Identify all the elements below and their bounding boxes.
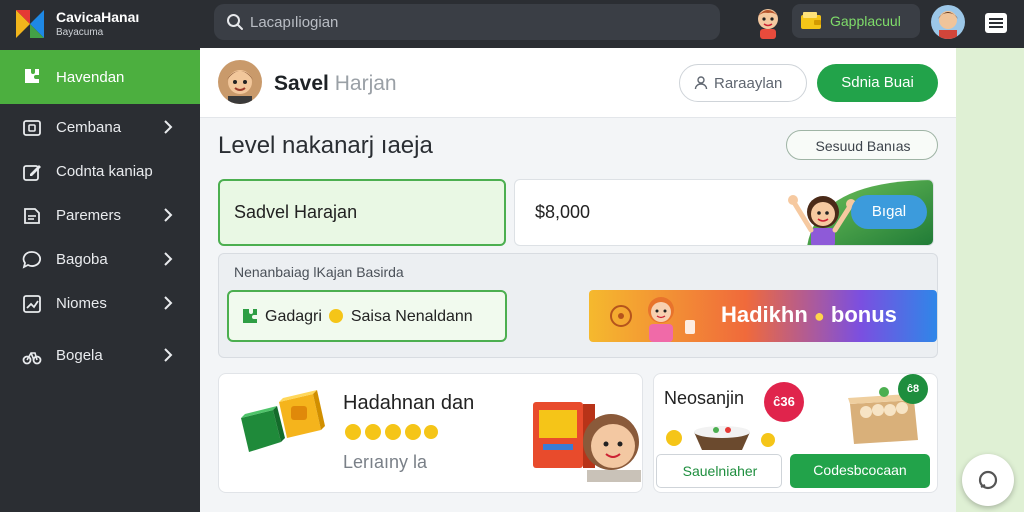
- info-chip-text-2: Saisa Nenaldann: [350, 308, 473, 325]
- bike-icon: [22, 352, 42, 365]
- girl-eating-illustration-icon: [610, 297, 695, 342]
- smile-coin-icon: [329, 309, 344, 323]
- food-card[interactable]: Neosanjin ĉ36 ĉ8 Sauelniaher Codesbcocaa…: [653, 373, 938, 493]
- bonus-label-text-1: Hadikhn: [721, 302, 808, 327]
- search-input[interactable]: [250, 10, 710, 34]
- coin-icon: ●: [813, 306, 825, 326]
- hamburger-menu-icon[interactable]: [984, 12, 1008, 34]
- food-card-title: Neosanjin: [664, 388, 745, 408]
- sidebar-item-label: Bagoba: [56, 251, 108, 268]
- profile-name: Savel Harjan: [274, 72, 397, 96]
- sidebar-item-label: Bogela: [56, 347, 103, 364]
- sidebar-item-bogela[interactable]: Bogela: [0, 336, 200, 376]
- wallet-icon: [23, 120, 41, 136]
- outline-button-label: Raraaylan: [714, 75, 783, 92]
- kid-mascot-icon[interactable]: [752, 6, 784, 40]
- brand-logo-icon: [14, 8, 46, 40]
- document-icon: [24, 208, 40, 224]
- bonus-label-text-2: bonus: [830, 302, 897, 327]
- top-bar: CavicaHanaı Bayacuma Gapplacuul: [0, 0, 1024, 48]
- wallet-label: Gapplacuul: [830, 13, 901, 29]
- info-chip-text-1: Gadagri: [265, 308, 322, 325]
- sidebar-item-havendan[interactable]: Havendan: [0, 50, 200, 104]
- chevron-right-icon: [164, 296, 173, 310]
- info-chip[interactable]: Gadagri Saisa Nenaldann: [227, 290, 507, 342]
- amount-value: $8,000: [535, 202, 591, 222]
- sidebar-item-label: Codnta kaniap: [56, 163, 153, 180]
- sidebar-item-label: Havendan: [56, 69, 125, 86]
- puzzle-icon: [243, 309, 257, 323]
- amount-action-label: Bıgal: [871, 203, 907, 220]
- reward-card-subtitle: Lerıaıny la: [343, 452, 428, 472]
- right-background-strip: [956, 48, 1024, 512]
- profile-first-name: Savel: [274, 72, 329, 95]
- bonus-banner[interactable]: Hadikhn ● bonus: [589, 290, 937, 342]
- profile-last-name: Harjan: [334, 72, 397, 95]
- info-panel: Nenanbaiag lKajan Basirda Gadagri Saisa …: [218, 253, 938, 358]
- edit-icon: [23, 165, 41, 181]
- chart-icon: [23, 295, 41, 313]
- name-field[interactable]: Sadvel Harajan: [218, 179, 506, 246]
- brand-title: CavicaHanaı: [56, 9, 140, 25]
- bonus-banner-label: Hadikhn ● bonus: [721, 302, 897, 328]
- sidebar-item-niomes[interactable]: Niomes: [0, 284, 200, 324]
- reward-card-title: Hadahnan dan: [343, 392, 475, 414]
- main-content: Savel Harjan Raraaylan Sdnia Buai Level …: [200, 48, 956, 512]
- emoji-row-icon: [345, 424, 438, 440]
- profile-primary-button[interactable]: Sdnia Buai: [817, 64, 938, 102]
- search-icon: [227, 14, 243, 30]
- user-avatar[interactable]: [931, 5, 965, 39]
- sidebar-item-label: Cembana: [56, 119, 122, 136]
- profile-outline-button[interactable]: Raraaylan: [679, 64, 807, 102]
- reward-card[interactable]: Hadahnan dan Lerıaıny la: [218, 373, 643, 493]
- food-secondary-button[interactable]: Sauelniaher: [656, 454, 782, 488]
- food-bowl-icon: [666, 426, 775, 450]
- user-icon: [694, 76, 708, 90]
- sidebar-item-cembana[interactable]: Cembana: [0, 108, 200, 148]
- chat-icon: [22, 251, 41, 269]
- price-badge: ĉ36: [764, 382, 804, 422]
- wallet-icon: [801, 12, 821, 29]
- discount-badge: ĉ8: [898, 374, 928, 404]
- food-primary-label: Codesbcocaan: [813, 462, 907, 478]
- profile-bar: Savel Harjan Raraaylan Sdnia Buai: [200, 48, 956, 118]
- primary-button-label: Sdnia Buai: [841, 74, 914, 91]
- sidebar-item-codnta[interactable]: Codnta kaniap: [0, 152, 200, 192]
- book-kid-illustration-icon: [533, 402, 641, 482]
- sidebar-item-bagoba[interactable]: Bagoba: [0, 240, 200, 280]
- food-primary-button[interactable]: Codesbcocaan: [790, 454, 930, 488]
- profile-avatar-icon: [218, 60, 262, 104]
- chat-bubble-icon: [978, 470, 998, 490]
- amount-action-button[interactable]: Bıgal: [851, 195, 927, 229]
- brand-subtitle: Bayacuma: [56, 27, 104, 38]
- chat-fab-button[interactable]: [962, 454, 1014, 506]
- sidebar-item-label: Niomes: [56, 295, 107, 312]
- chevron-right-icon: [164, 208, 173, 222]
- profile-avatar[interactable]: [218, 60, 262, 104]
- name-field-value: Sadvel Harajan: [234, 202, 358, 222]
- chevron-right-icon: [164, 252, 173, 266]
- chevron-right-icon: [164, 348, 173, 362]
- amount-field[interactable]: $8,000 Bıgal: [514, 179, 934, 246]
- user-avatar-icon: [931, 5, 965, 39]
- info-chip-label: Gadagri Saisa Nenaldann: [265, 308, 473, 326]
- section-title: Level nakanarj ıaeja: [218, 132, 433, 159]
- brand[interactable]: CavicaHanaı Bayacuma: [14, 6, 194, 42]
- search-bar[interactable]: [214, 4, 720, 40]
- puzzle-icon: [25, 69, 39, 83]
- section-action-button[interactable]: Sesuud Banıas: [786, 130, 938, 160]
- sidebar: Havendan Cembana Codnta kaniap Paremers …: [0, 48, 200, 512]
- section-action-label: Sesuud Banıas: [815, 138, 911, 154]
- sidebar-item-paremers[interactable]: Paremers: [0, 196, 200, 236]
- sidebar-item-label: Paremers: [56, 207, 122, 224]
- info-panel-label: Nenanbaiag lKajan Basirda: [234, 264, 404, 280]
- wallet-chip[interactable]: Gapplacuul: [792, 4, 920, 38]
- food-secondary-label: Sauelniaher: [682, 463, 758, 479]
- chevron-right-icon: [164, 120, 173, 134]
- gift-cubes-illustration-icon: [241, 390, 325, 452]
